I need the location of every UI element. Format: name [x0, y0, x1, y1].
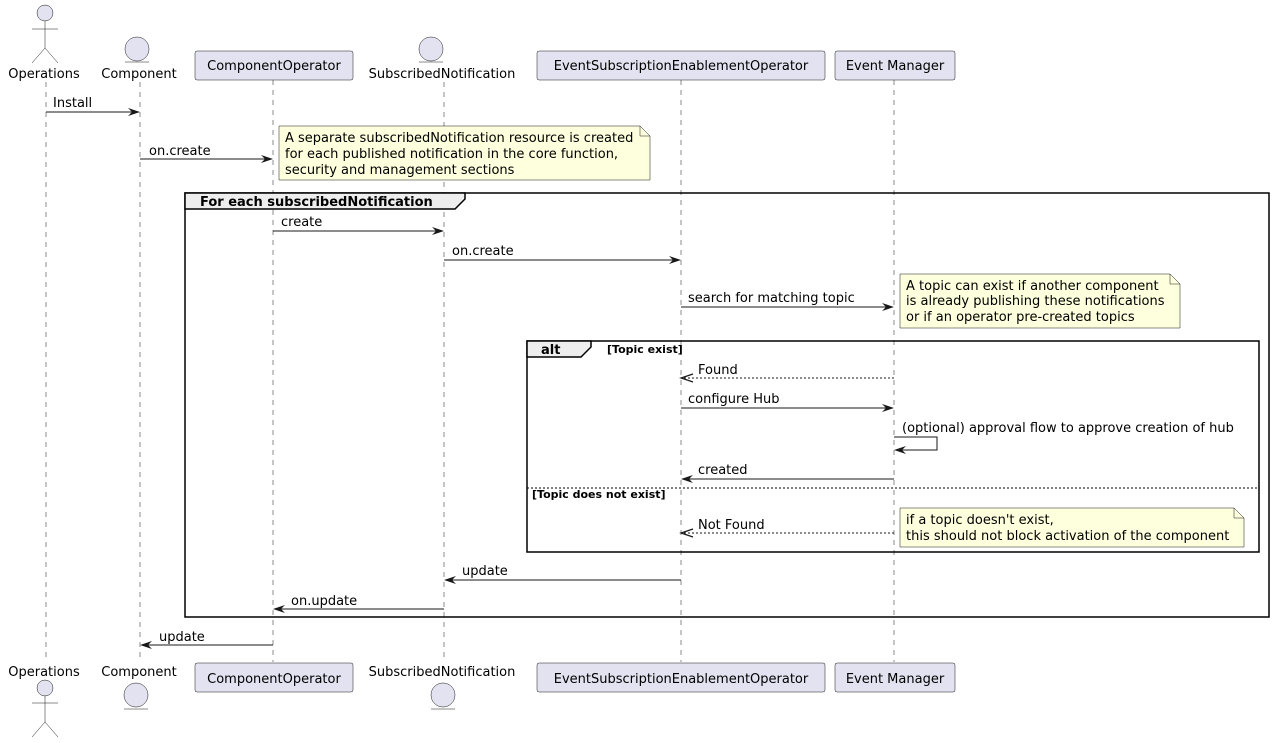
participant-component-bottom: Component	[101, 665, 177, 710]
message-label: create	[281, 215, 322, 230]
message-not-found: Not Found	[679, 518, 894, 538]
note-separate-resource: A separate subscribedNotification resour…	[278, 125, 651, 181]
entity-icon	[123, 682, 149, 710]
message-label: created	[698, 463, 748, 478]
participant-subscribednotification-bottom: SubscribedNotification	[369, 665, 516, 710]
message-found: Found	[679, 363, 894, 383]
message-update-component: update	[140, 630, 273, 649]
entity-icon	[430, 682, 456, 710]
message-approval-flow: (optional) approval flow to approve crea…	[894, 421, 1234, 454]
participant-label: Event Manager	[846, 59, 945, 74]
participant-label: Operations	[8, 665, 80, 680]
message-search-topic: search for matching topic	[681, 291, 894, 311]
message-label: on.update	[291, 594, 357, 609]
message-label: update	[462, 564, 508, 579]
participant-label: EventSubscriptionEnablementOperator	[554, 672, 809, 687]
alt-frame-title: alt	[541, 343, 560, 358]
sequence-diagram: Operations Component ComponentOperator S…	[8, 4, 1270, 738]
participant-eseo-top: EventSubscriptionEnablementOperator	[536, 50, 826, 81]
actor-icon	[31, 4, 59, 64]
participant-label: ComponentOperator	[207, 672, 341, 687]
participant-label: SubscribedNotification	[369, 67, 516, 82]
alt-guard-topic-not-exist: [Topic does not exist]	[532, 488, 666, 501]
alt-guard-topic-exist: [Topic exist]	[607, 343, 683, 356]
participant-eseo-bottom: EventSubscriptionEnablementOperator	[536, 662, 826, 693]
note-line: this should not block activation of the …	[906, 529, 1229, 544]
message-label: (optional) approval flow to approve crea…	[902, 421, 1234, 436]
entity-icon	[124, 36, 150, 63]
participant-component-top: Component	[101, 36, 177, 82]
note-line: security and management sections	[285, 163, 515, 178]
participant-event-manager-bottom: Event Manager	[834, 662, 956, 693]
message-label: Install	[53, 96, 92, 111]
note-line: if a topic doesn't exist,	[906, 513, 1054, 528]
participant-operations-bottom: Operations	[8, 665, 80, 738]
note-line: A separate subscribedNotification resour…	[285, 131, 633, 146]
actor-icon	[31, 679, 59, 738]
note-topic-doesnt-exist: if a topic doesn't exist, this should no…	[899, 507, 1245, 548]
participant-subscribednotification-top: SubscribedNotification	[369, 36, 516, 82]
note-line: is already publishing these notification…	[906, 294, 1165, 309]
message-create: create	[273, 215, 444, 235]
message-label: Not Found	[698, 518, 765, 533]
message-configure-hub: configure Hub	[681, 392, 894, 412]
message-on-update: on.update	[273, 594, 444, 613]
participant-label: SubscribedNotification	[369, 665, 516, 680]
note-line: A topic can exist if another component	[906, 279, 1159, 294]
message-created: created	[681, 463, 894, 483]
message-label: on.create	[149, 144, 211, 159]
arrow-head-icon	[679, 528, 694, 538]
participant-label: Component	[101, 665, 176, 680]
message-label: search for matching topic	[688, 291, 855, 306]
participant-label: Component	[101, 67, 176, 82]
message-update-subn: update	[444, 564, 681, 584]
participant-label: Operations	[8, 67, 80, 82]
loop-frame-title: For each subscribedNotification	[200, 195, 433, 210]
participant-componentoperator-bottom: ComponentOperator	[194, 662, 354, 693]
participant-event-manager-top: Event Manager	[834, 50, 956, 81]
participant-label: ComponentOperator	[207, 59, 341, 74]
note-topic-can-exist: A topic can exist if another component i…	[899, 273, 1181, 329]
arrow-head-icon	[679, 373, 694, 383]
participant-label: EventSubscriptionEnablementOperator	[554, 59, 809, 74]
message-label: Found	[698, 363, 738, 378]
participant-label: Event Manager	[846, 672, 945, 687]
entity-icon	[418, 36, 444, 63]
note-line: or if an operator pre-created topics	[906, 310, 1135, 325]
message-label: update	[159, 630, 205, 645]
message-on-create: on.create	[140, 144, 273, 163]
note-line: for each published notification in the c…	[285, 147, 618, 162]
message-subn-on-create: on.create	[444, 244, 681, 264]
participant-componentoperator-top: ComponentOperator	[194, 50, 354, 81]
message-label: on.create	[452, 244, 514, 259]
participant-operations-top: Operations	[8, 4, 80, 82]
message-install: Install	[46, 96, 140, 116]
message-label: configure Hub	[688, 392, 779, 407]
